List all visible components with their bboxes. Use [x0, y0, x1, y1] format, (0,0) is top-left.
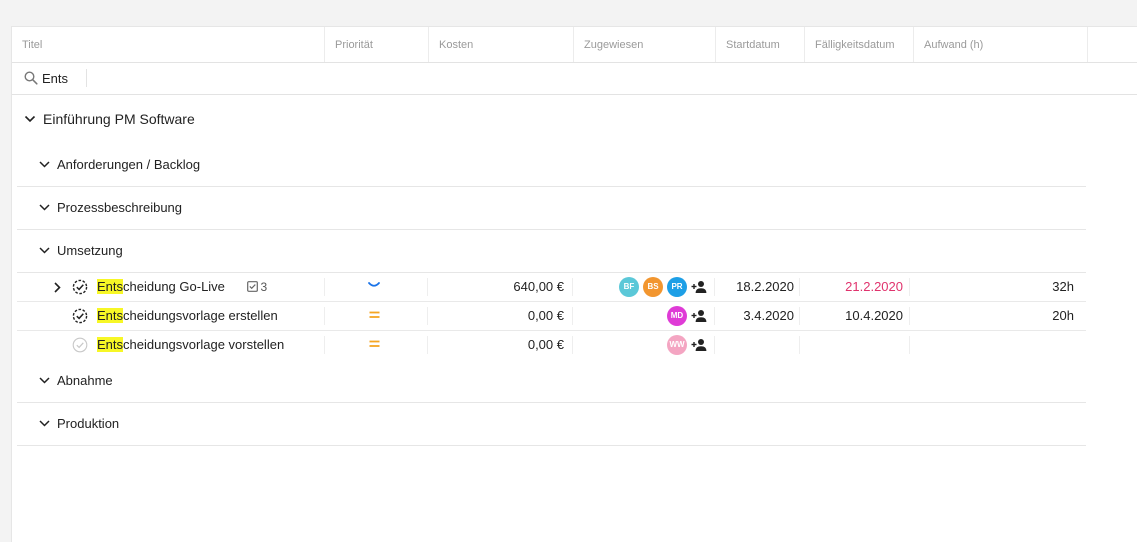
- table-row[interactable]: Entscheidungsvorlage vorstellen 0,00 € W…: [17, 331, 1086, 359]
- due-date[interactable]: 10.4.2020: [807, 302, 903, 330]
- cell-divider: [799, 278, 800, 296]
- chevron-down-icon[interactable]: [39, 204, 50, 211]
- search-highlight: Ents: [97, 337, 124, 352]
- group-row-umsetzung[interactable]: Umsetzung: [17, 230, 1086, 273]
- project-title: Einführung PM Software: [43, 111, 195, 127]
- task-status-in-progress-icon[interactable]: [72, 279, 88, 295]
- add-person-icon[interactable]: [691, 309, 707, 323]
- cell-divider: [909, 336, 910, 354]
- start-date[interactable]: 18.2.2020: [717, 273, 794, 301]
- avatar[interactable]: BS: [643, 277, 663, 297]
- avatar[interactable]: MD: [667, 306, 687, 326]
- cell-divider: [324, 336, 325, 354]
- table-row[interactable]: Entscheidung Go-Live 3 640,00 € BF BS PR: [17, 273, 1086, 302]
- cell-divider: [909, 307, 910, 325]
- chevron-down-icon[interactable]: [39, 161, 50, 168]
- chevron-down-icon[interactable]: [39, 247, 50, 254]
- chevron-down-icon[interactable]: [24, 115, 36, 123]
- group-row-anforderungen[interactable]: Anforderungen / Backlog: [17, 144, 1086, 187]
- priority-low-icon: [368, 282, 380, 287]
- task-title-rest: cheidungsvorlage vorstellen: [123, 337, 285, 352]
- cell-divider: [427, 336, 428, 354]
- cell-divider: [572, 307, 573, 325]
- search-bar: [12, 63, 1137, 95]
- checklist-icon: [246, 281, 258, 292]
- assignee-list: WW: [619, 335, 719, 355]
- priority-medium-icon: [369, 311, 380, 318]
- table-row[interactable]: Entscheidungsvorlage erstellen 0,00 € MD…: [17, 302, 1086, 331]
- cell-divider: [909, 278, 910, 296]
- cell-divider: [324, 278, 325, 296]
- avatar[interactable]: BF: [619, 277, 639, 297]
- column-header-row: Titel Priorität Kosten Zugewiesen Startd…: [12, 27, 1137, 63]
- task-title[interactable]: Entscheidung Go-Live 3: [97, 273, 267, 301]
- column-header-assigned[interactable]: Zugewiesen: [574, 27, 716, 62]
- priority-medium[interactable]: [369, 302, 381, 330]
- group-label: Anforderungen / Backlog: [57, 157, 201, 172]
- add-person-icon[interactable]: [691, 280, 707, 294]
- avatar[interactable]: WW: [667, 335, 687, 355]
- effort-value[interactable]: 20h: [1052, 302, 1074, 330]
- column-header-cost[interactable]: Kosten: [429, 27, 574, 62]
- chevron-right-icon[interactable]: [54, 282, 61, 293]
- start-date[interactable]: 3.4.2020: [717, 302, 794, 330]
- search-divider: [86, 69, 87, 87]
- group-label: Produktion: [57, 416, 120, 431]
- priority-low[interactable]: [368, 273, 384, 301]
- cost-value: 0,00 €: [527, 308, 564, 323]
- cell-divider: [572, 278, 573, 296]
- column-header-effort[interactable]: Aufwand (h): [914, 27, 1088, 62]
- search-highlight: Ents: [97, 279, 124, 294]
- search-input[interactable]: [42, 69, 84, 87]
- column-header-priority[interactable]: Priorität: [325, 27, 429, 62]
- cell-divider: [427, 278, 428, 296]
- due-date[interactable]: 21.2.2020: [807, 273, 903, 301]
- avatar[interactable]: PR: [667, 277, 687, 297]
- priority-medium[interactable]: [369, 331, 381, 359]
- chevron-down-icon[interactable]: [39, 420, 50, 427]
- subtask-count[interactable]: 3: [246, 273, 268, 301]
- column-header-title[interactable]: Titel: [12, 27, 325, 62]
- priority-medium-icon: [369, 340, 380, 347]
- assignee-list: BF BS PR: [619, 277, 719, 297]
- cell-divider: [572, 336, 573, 354]
- subtask-count-value: 3: [260, 280, 268, 294]
- group-row-abnahme[interactable]: Abnahme: [17, 360, 1086, 403]
- column-header-extra: [1088, 27, 1137, 62]
- column-header-due[interactable]: Fälligkeitsdatum: [805, 27, 914, 62]
- group-row-produktion[interactable]: Produktion: [17, 403, 1086, 446]
- cell-divider: [324, 307, 325, 325]
- cost-value: 640,00 €: [513, 279, 564, 294]
- cell-divider: [799, 307, 800, 325]
- group-label: Umsetzung: [57, 243, 123, 258]
- column-header-start[interactable]: Startdatum: [716, 27, 805, 62]
- group-row-prozessbeschreibung[interactable]: Prozessbeschreibung: [17, 187, 1086, 230]
- task-status-open-icon[interactable]: [72, 337, 88, 353]
- effort-value[interactable]: 32h: [1052, 273, 1074, 301]
- task-title-rest: cheidungsvorlage erstellen: [123, 308, 278, 323]
- group-label: Prozessbeschreibung: [57, 200, 183, 215]
- cost-value: 0,00 €: [527, 337, 564, 352]
- cell-divider: [799, 336, 800, 354]
- add-person-icon[interactable]: [691, 338, 707, 352]
- task-list-panel: Titel Priorität Kosten Zugewiesen Startd…: [11, 26, 1137, 542]
- assignee-list: MD: [619, 306, 719, 326]
- cell-divider: [427, 307, 428, 325]
- task-title-rest: cheidung Go-Live: [123, 279, 225, 294]
- group-label: Abnahme: [57, 373, 113, 388]
- task-status-in-progress-icon[interactable]: [72, 308, 88, 324]
- search-icon: [24, 71, 38, 85]
- task-title[interactable]: Entscheidungsvorlage vorstellen: [97, 331, 284, 359]
- search-highlight: Ents: [97, 308, 124, 323]
- task-title[interactable]: Entscheidungsvorlage erstellen: [97, 302, 278, 330]
- chevron-down-icon[interactable]: [39, 377, 50, 384]
